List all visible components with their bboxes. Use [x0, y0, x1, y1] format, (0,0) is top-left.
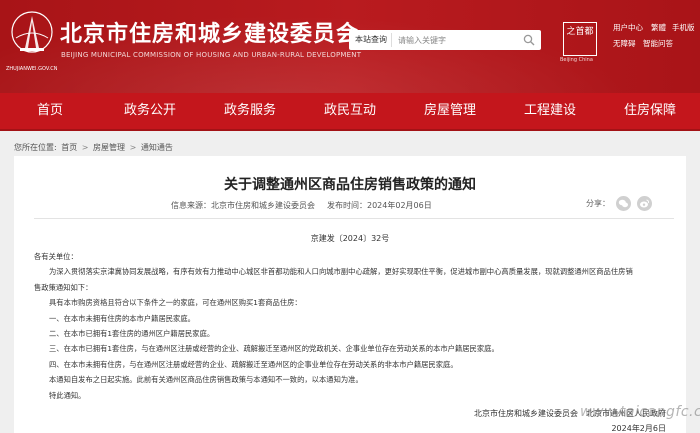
paragraph-intro-continued: 售政策通知如下： [34, 282, 93, 292]
main-nav: 首页 政务公开 政务服务 政民互动 房屋管理 工程建设 住房保障 [0, 93, 700, 129]
meta-divider [34, 218, 674, 219]
weibo-share-icon[interactable] [637, 196, 652, 211]
search-input[interactable] [392, 35, 502, 45]
closing-text: 特此通知。 [49, 390, 86, 400]
nav-item-government-affairs[interactable]: 政务公开 [100, 93, 200, 129]
article-meta: 信息来源：北京市住房和城乡建设委员会 发布时间：2024年02月06日 [171, 200, 432, 211]
article-body: 各有关单位： 为深入贯彻落实京津冀协同发展战略，有序有效有力推动中心城区非首都功… [34, 249, 678, 403]
capital-caption: Beijing China [560, 57, 593, 63]
share-bar: 分享： [586, 196, 658, 211]
site-title[interactable]: 北京市住房和城乡建设委员会 [60, 16, 359, 48]
nav-item-construction[interactable]: 工程建设 [500, 93, 600, 129]
traditional-chinese-link[interactable]: 繁體 [651, 22, 666, 33]
watermark: www.taicangfc.com [580, 404, 700, 420]
user-center-link[interactable]: 用户中心 [613, 22, 643, 33]
list-item: 二、在本市已拥有1套住房的通州区户籍居民家庭。 [49, 329, 215, 339]
document-number: 京建发〔2024〕32号 [310, 234, 390, 243]
share-label: 分享： [586, 199, 610, 208]
emblem-caption: ZHUJIANWEI.GOV.CN [6, 66, 58, 72]
list-item: 一、在本市未拥有住房的本市户籍居民家庭。 [49, 313, 195, 323]
smart-qa-link[interactable]: 智能问答 [643, 38, 673, 49]
search-scope-select[interactable]: 本站查询 [349, 33, 392, 47]
signature-date: 2024年2月6日 [611, 424, 666, 433]
list-item: 四、在本市未拥有住房，与在通州区注册或经营的企业、疏解搬迁至通州区的企事业单位存… [49, 359, 458, 369]
mobile-version-link[interactable]: 手机版 [672, 22, 695, 33]
nav-item-housing-security[interactable]: 住房保障 [600, 93, 700, 129]
breadcrumb: 您所在位置: 首页 > 房屋管理 > 通知通告 [14, 142, 175, 153]
article-source: 信息来源：北京市住房和城乡建设委员会 [171, 201, 315, 210]
article-title: 关于调整通州区商品住房销售政策的通知 [224, 177, 476, 193]
nav-item-government-services[interactable]: 政务服务 [200, 93, 300, 129]
salutation: 各有关单位： [34, 252, 78, 261]
nav-item-home[interactable]: 首页 [0, 93, 100, 129]
search-icon[interactable] [523, 34, 535, 46]
capital-logo-text: 之首都 [566, 27, 594, 37]
breadcrumb-home[interactable]: 首页 [61, 143, 77, 152]
breadcrumb-housing-management[interactable]: 房屋管理 [93, 143, 125, 152]
nav-divider [0, 129, 700, 131]
site-header: ZHUJIANWEI.GOV.CN 北京市住房和城乡建设委员会 BEIJING … [0, 0, 700, 93]
paragraph-intro: 为深入贯彻落实京津冀协同发展战略，有序有效有力推动中心城区非首都功能和人口向城市… [49, 267, 633, 277]
article-published: 发布时间：2024年02月06日 [327, 201, 432, 210]
nav-item-housing-management[interactable]: 房屋管理 [400, 93, 500, 129]
breadcrumb-notices[interactable]: 通知通告 [141, 143, 173, 152]
accessibility-link[interactable]: 无障碍 [613, 38, 636, 49]
paragraph-effective: 本通知自发布之日起实施。此前有关通州区商品住房销售政策与本通知不一致的，以本通知… [49, 375, 363, 385]
paragraph-eligibility: 具有本市购房资格且符合以下条件之一的家庭，可在通州区购买1套商品住房： [49, 298, 302, 308]
capital-logo[interactable]: 之首都 [563, 22, 597, 56]
nav-item-public-interaction[interactable]: 政民互动 [300, 93, 400, 129]
article-panel: 关于调整通州区商品住房销售政策的通知 信息来源：北京市住房和城乡建设委员会 发布时… [14, 156, 700, 433]
site-subtitle: BEIJING MUNICIPAL COMMISSION OF HOUSING … [61, 51, 362, 59]
search-box: 本站查询 [349, 30, 541, 50]
breadcrumb-label: 您所在位置: [14, 143, 57, 152]
breadcrumb-separator: > [81, 143, 89, 152]
list-item: 三、在本市已拥有1套住房，与在通州区注册或经营的企业、疏解搬迁至通州区的党政机关… [49, 344, 499, 354]
commission-emblem-icon[interactable] [10, 8, 54, 64]
wechat-share-icon[interactable] [616, 196, 631, 211]
breadcrumb-separator: > [129, 143, 137, 152]
